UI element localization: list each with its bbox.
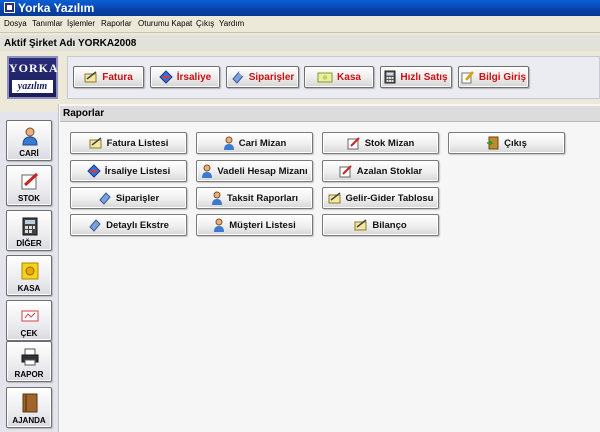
- hizli-satis-button[interactable]: Hızlı Satış: [380, 66, 452, 88]
- panel-title: Raporlar: [63, 108, 105, 119]
- waybill-icon: [159, 70, 173, 84]
- waybill-icon: [87, 164, 101, 178]
- irsaliye-button[interactable]: İrsaliye: [150, 66, 220, 88]
- logo-line2: yazılım: [12, 80, 53, 93]
- invoice-icon: [354, 219, 367, 231]
- menu-oturumu-kapat[interactable]: Oturumu Kapat: [138, 19, 192, 28]
- person-icon: [214, 218, 225, 232]
- gelir-gider-tablosu-label: Gelir-Gider Tablosu: [345, 192, 434, 204]
- menu-raporlar[interactable]: Raporlar: [101, 19, 132, 28]
- menu-islemler[interactable]: İşlemler: [67, 19, 95, 28]
- company-bar: Aktif Şirket Adı YORKA2008: [0, 35, 600, 51]
- orders-icon: [99, 192, 111, 205]
- irsaliye-label: İrsaliye: [176, 71, 212, 83]
- agenda-book-icon: [22, 393, 38, 413]
- cikis-button[interactable]: Çıkış: [448, 132, 565, 154]
- stok-mizan-button[interactable]: Stok Mizan: [322, 132, 439, 154]
- sidebar-label-cek: ÇEK: [20, 329, 38, 338]
- detayli-ekstre-button[interactable]: Detaylı Ekstre: [70, 214, 187, 236]
- taksit-raporlari-label: Taksit Raporları: [226, 192, 299, 204]
- gelir-gider-tablosu-button[interactable]: Gelir-Gider Tablosu: [322, 187, 439, 209]
- sidebar-item-stok[interactable]: STOK: [6, 165, 52, 206]
- kasa-label: Kasa: [337, 71, 361, 83]
- sidebar-item-cari[interactable]: CARİ: [6, 120, 52, 161]
- person-icon: [202, 164, 213, 178]
- fatura-listesi-button[interactable]: Fatura Listesi: [70, 132, 187, 154]
- vadeli-hesap-mizani-label: Vadeli Hesap Mizanı: [217, 165, 308, 177]
- menu-bar: Dosya Tanımlar İşlemler Raporlar Oturumu…: [0, 16, 600, 33]
- invoice-icon: [89, 137, 102, 149]
- calculator-icon: [22, 217, 38, 236]
- menu-cikis[interactable]: Çıkış: [196, 19, 214, 28]
- sidebar-label-kasa: KASA: [17, 284, 41, 293]
- musteri-listesi-button[interactable]: Müşteri Listesi: [196, 214, 313, 236]
- azalan-stoklar-button[interactable]: Azalan Stoklar: [322, 160, 439, 182]
- sidebar-label-stok: STOK: [17, 194, 41, 203]
- fatura-label: Fatura: [102, 71, 133, 83]
- fatura-listesi-label: Fatura Listesi: [106, 137, 169, 149]
- exit-door-icon: [487, 136, 499, 150]
- calculator-icon: [384, 70, 396, 84]
- sidebar-item-rapor[interactable]: RAPOR: [6, 341, 52, 382]
- stock-icon: [339, 165, 352, 178]
- siparisler-report-label: Siparişler: [115, 192, 160, 204]
- app-icon: [4, 2, 15, 13]
- menu-yardim[interactable]: Yardım: [219, 19, 244, 28]
- cash-box-icon: [21, 262, 39, 280]
- printer-icon: [21, 348, 39, 366]
- orders-icon: [232, 71, 244, 84]
- check-icon: [21, 310, 39, 322]
- cari-mizan-label: Cari Mizan: [238, 137, 287, 149]
- reports-panel-header: Raporlar: [60, 106, 600, 122]
- menu-dosya[interactable]: Dosya: [4, 19, 27, 28]
- bilgi-giris-button[interactable]: Bilgi Giriş: [458, 66, 529, 88]
- menu-tanimlar[interactable]: Tanımlar: [32, 19, 63, 28]
- stock-icon: [21, 172, 39, 190]
- company-label: Aktif Şirket Adı: [4, 38, 76, 49]
- kasa-button[interactable]: Kasa: [304, 66, 374, 88]
- irsaliye-listesi-label: İrsaliye Listesi: [104, 165, 171, 177]
- note-pencil-icon: [461, 71, 474, 84]
- cikis-label: Çıkış: [504, 137, 527, 149]
- bilanco-label: Bilanço: [372, 219, 407, 231]
- invoice-icon: [328, 192, 340, 204]
- person-icon: [223, 136, 234, 150]
- bilgi-giris-label: Bilgi Giriş: [478, 71, 527, 83]
- company-name: YORKA2008: [78, 38, 137, 49]
- window-title: Yorka Yazılım: [18, 1, 95, 15]
- bilanco-button[interactable]: Bilanço: [322, 214, 439, 236]
- taksit-raporlari-button[interactable]: Taksit Raporları: [196, 187, 313, 209]
- person-icon: [22, 127, 38, 146]
- sidebar-item-cek[interactable]: ÇEK: [6, 300, 52, 341]
- sidebar-item-kasa[interactable]: KASA: [6, 255, 52, 296]
- sidebar-item-diger[interactable]: DİĞER: [6, 210, 52, 251]
- hizli-satis-label: Hızlı Satış: [400, 71, 448, 83]
- musteri-listesi-label: Müşteri Listesi: [229, 219, 296, 231]
- yorka-logo: YORKA yazılım: [7, 56, 58, 99]
- sidebar-item-ajanda[interactable]: AJANDA: [6, 387, 52, 428]
- vadeli-hesap-mizani-button[interactable]: Vadeli Hesap Mizanı: [196, 160, 313, 182]
- irsaliye-listesi-button[interactable]: İrsaliye Listesi: [70, 160, 187, 182]
- cari-mizan-button[interactable]: Cari Mizan: [196, 132, 313, 154]
- stok-mizan-label: Stok Mizan: [364, 137, 415, 149]
- siparisler-label: Siparişler: [248, 71, 295, 83]
- sidebar-label-rapor: RAPOR: [14, 370, 44, 379]
- sidebar: CARİ STOK DİĞER KASA ÇEK RAPOR AJANDA: [0, 112, 59, 432]
- sidebar-label-diger: DİĞER: [16, 239, 42, 248]
- logo-line1: YORKA: [9, 61, 59, 75]
- invoice-icon: [84, 71, 97, 83]
- siparisler-button[interactable]: Siparişler: [226, 66, 299, 88]
- cash-icon: [317, 72, 333, 82]
- window-titlebar: Yorka Yazılım: [0, 0, 600, 16]
- stock-icon: [347, 137, 360, 150]
- azalan-stoklar-label: Azalan Stoklar: [356, 165, 423, 177]
- orders-icon: [89, 219, 101, 232]
- sidebar-label-cari: CARİ: [19, 149, 39, 158]
- sidebar-label-ajanda: AJANDA: [12, 416, 46, 425]
- person-icon: [211, 191, 222, 205]
- siparisler-report-button[interactable]: Siparişler: [70, 187, 187, 209]
- detayli-ekstre-label: Detaylı Ekstre: [106, 219, 169, 231]
- fatura-button[interactable]: Fatura: [73, 66, 144, 88]
